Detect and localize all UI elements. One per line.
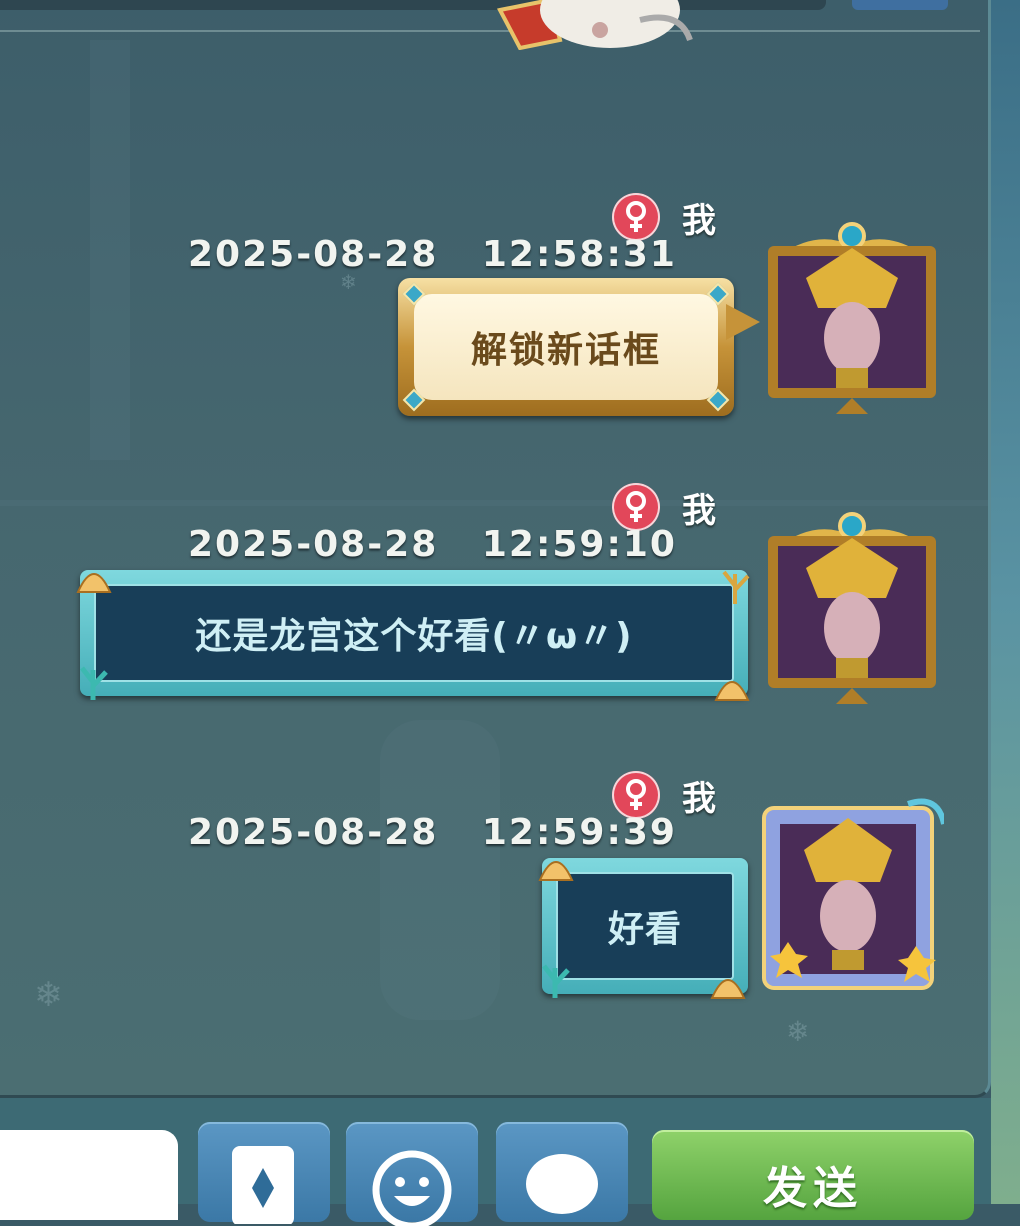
send-button[interactable]: 发送 — [652, 1130, 974, 1220]
message-bubble[interactable]: 好看 — [538, 858, 748, 999]
message-timestamp: 2025-08-28 12:59:39 — [188, 812, 677, 853]
message-timestamp: 2025-08-28 12:58:31 — [188, 234, 677, 275]
message-input[interactable] — [0, 1130, 178, 1220]
shell-icon — [710, 979, 746, 999]
card-button[interactable] — [198, 1122, 330, 1224]
coral-icon — [722, 570, 750, 604]
message-text: 还是龙宫这个好看(〃ω〃) — [195, 616, 633, 657]
message-text: 解锁新话框 — [470, 330, 661, 371]
send-label: 发送 — [763, 1163, 863, 1214]
message-bubble[interactable]: 解锁新话框 — [398, 278, 760, 416]
mascot-icon — [496, 0, 693, 50]
message-bubble[interactable]: 还是龙宫这个好看(〃ω〃) — [76, 570, 750, 701]
top-bar — [0, 0, 826, 10]
coral-icon — [542, 964, 570, 998]
chat-panel[interactable]: ❄ ❄ ❄ 我 2025-08-28 12:58:31 解锁新话框 我 2025… — [0, 0, 991, 1098]
shell-icon — [538, 861, 574, 881]
coral-icon — [80, 666, 108, 700]
snowflake-icon: ❄ — [34, 975, 63, 1015]
avatar-icon[interactable] — [766, 508, 938, 704]
shell-icon — [714, 681, 750, 701]
snowflake-icon: ❄ — [786, 1015, 810, 1048]
avatar-icon[interactable] — [758, 794, 944, 1000]
avatar-icon[interactable] — [766, 218, 938, 414]
emoji-button[interactable] — [346, 1122, 478, 1226]
side-strip — [991, 0, 1020, 1204]
chat-bubble-button[interactable] — [496, 1122, 628, 1222]
message-timestamp: 2025-08-28 12:59:10 — [188, 524, 677, 565]
emoji-icon — [372, 1150, 452, 1226]
chat-bubble-icon — [526, 1154, 598, 1214]
message-text: 好看 — [607, 909, 682, 950]
shell-icon — [76, 573, 112, 593]
top-tab[interactable] — [852, 0, 948, 10]
card-icon — [232, 1146, 294, 1224]
